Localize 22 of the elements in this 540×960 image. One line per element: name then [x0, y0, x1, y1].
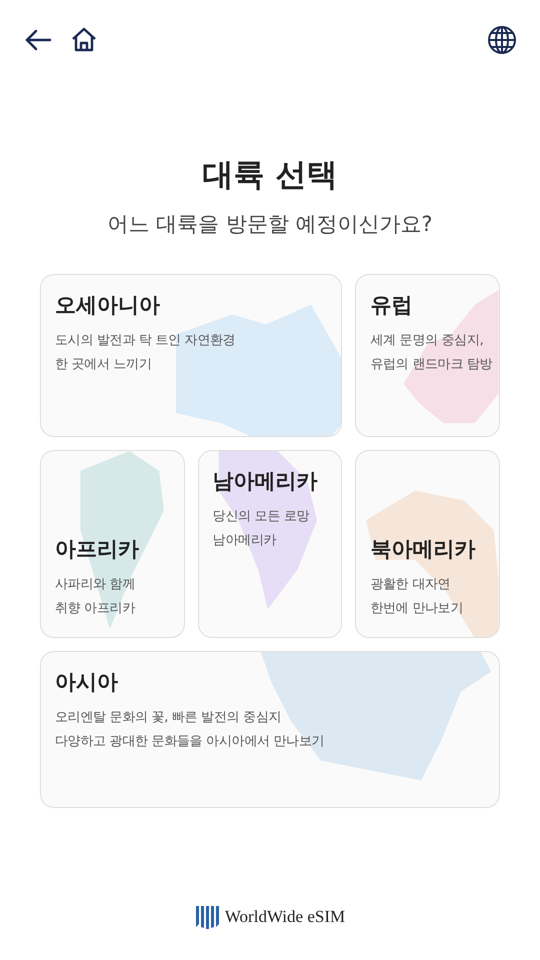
continent-name: 오세아니아 — [55, 292, 161, 319]
continent-description: 광활한 대자연 한번에 만나보기 — [370, 576, 464, 618]
continent-card[interactable]: 남아메리카 당신의 모든 로망 남아메리카 — [198, 450, 342, 638]
continent-name: 북아메리카 — [370, 536, 476, 563]
continent-card[interactable]: 아프리카 사파리와 함께 취향 아프리카 — [40, 450, 185, 638]
language-button[interactable] — [486, 24, 518, 56]
continent-description: 오리엔탈 문화의 꽃, 빠른 발전의 중심지 다양하고 광대한 문화들을 아시아에서 만나보기 — [55, 709, 326, 751]
page-title: 대륙 선택 — [202, 156, 338, 195]
continent-card[interactable]: 북아메리카 광활한 대자연 한번에 만나보기 — [355, 450, 500, 638]
continent-card[interactable]: 아시아 오리엔탈 문화의 꽃, 빠른 발전의 중심지 다양하고 광대한 문화들을 아시아에서 만나보기 — [40, 651, 500, 808]
continent-name: 남아메리카 — [212, 468, 319, 495]
brand-name: WorldWide eSIM — [224, 907, 346, 927]
continent-name: 아시아 — [55, 669, 119, 696]
continent-name: 아프리카 — [55, 536, 140, 563]
page-subtitle: 어느 대륙을 방문할 예정이신가요? — [106, 211, 434, 238]
continent-card[interactable]: 오세아니아 도시의 발전과 탁 트인 자연환경 한 곳에서 느끼기 — [40, 274, 342, 437]
continent-card[interactable]: 유럽 세계 문명의 중심지, 유럽의 랜드마크 탐방 — [355, 274, 500, 437]
continent-description: 사파리와 함께 취향 아프리카 — [55, 576, 136, 618]
continent-name: 유럽 — [370, 292, 414, 319]
continent-description: 당신의 모든 로망 남아메리카 — [212, 508, 310, 550]
logo-icon — [194, 904, 219, 930]
continent-description: 도시의 발전과 탁 트인 자연환경 한 곳에서 느끼기 — [55, 332, 236, 374]
